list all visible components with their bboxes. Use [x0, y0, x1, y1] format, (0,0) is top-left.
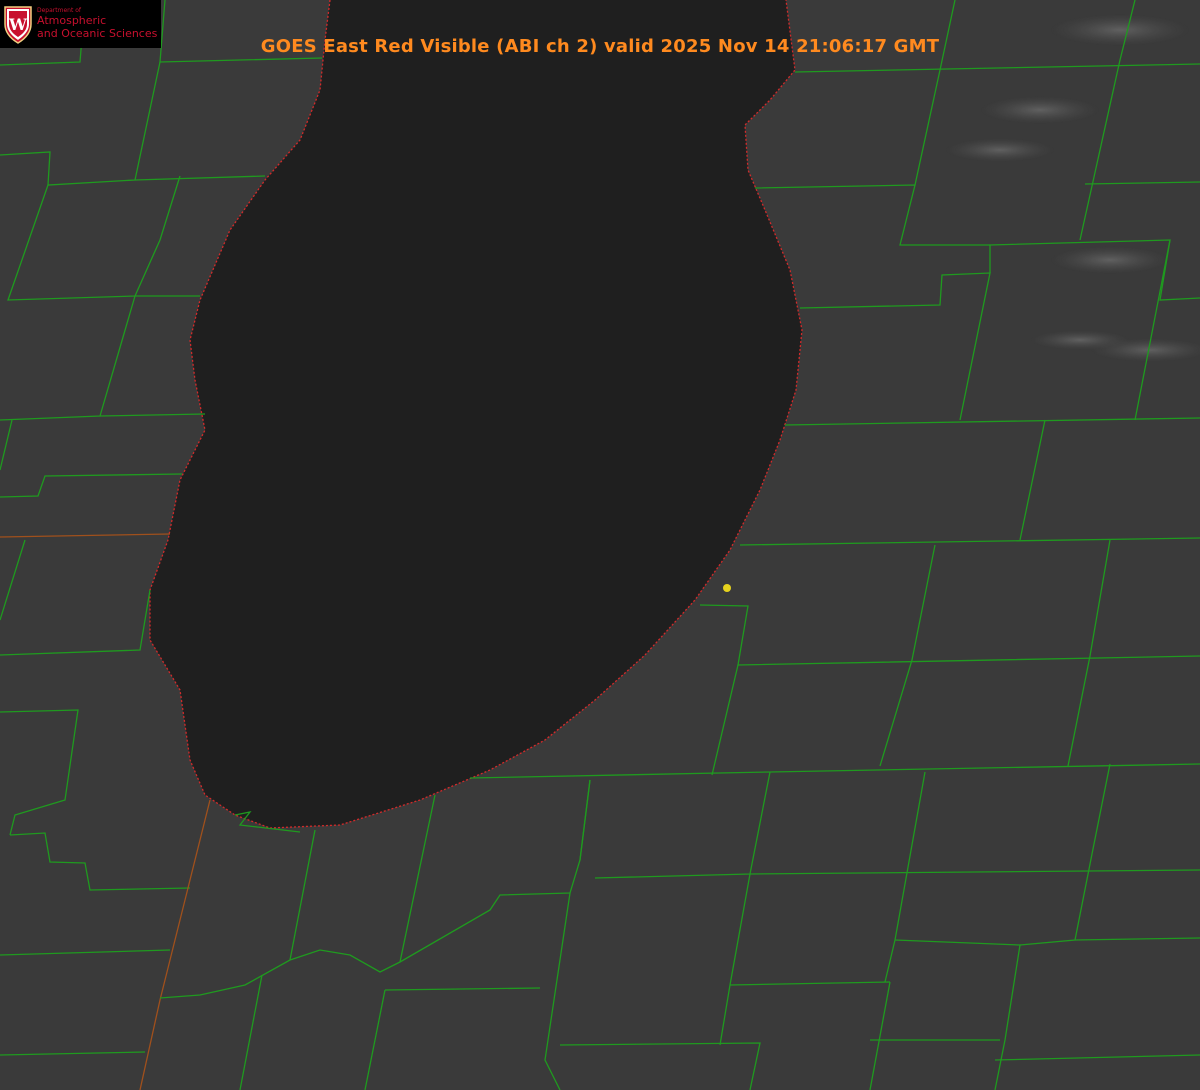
satellite-image: W Department of Atmospheric and Oceanic …: [0, 0, 1200, 1090]
logo-department: Department of: [37, 6, 81, 14]
crest-letter: W: [8, 15, 28, 34]
image-title: GOES East Red Visible (ABI ch 2) valid 2…: [260, 36, 940, 57]
satellite-map: [0, 0, 1200, 1090]
location-marker-icon[interactable]: [723, 584, 731, 592]
logo-line-1: Atmospheric: [37, 13, 107, 27]
